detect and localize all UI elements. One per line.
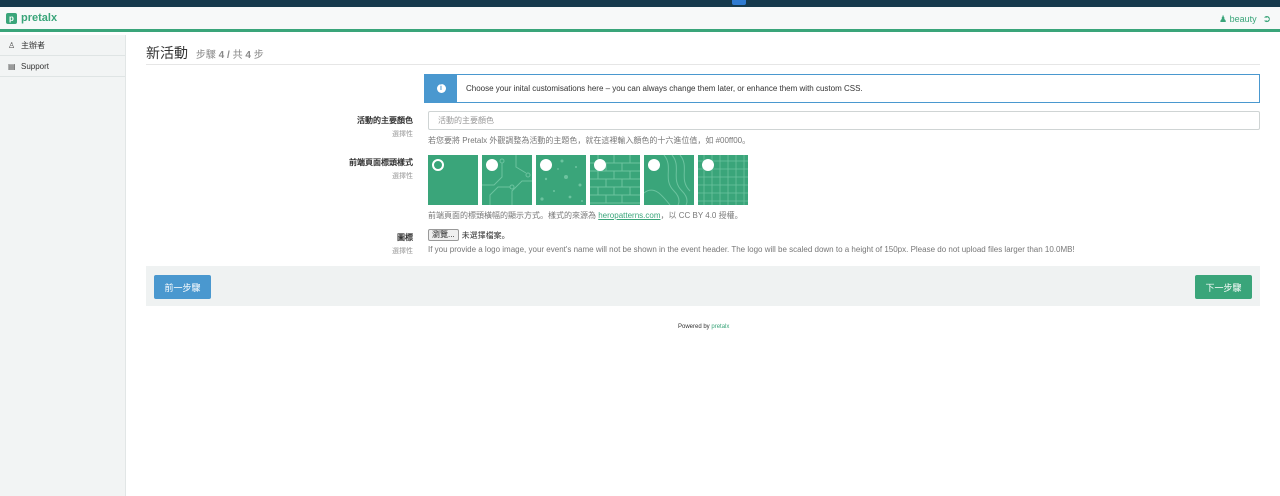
step-indicator: 步驟 4 / 共 4 步 [196,50,264,61]
organizer-icon: ♙ [8,40,16,50]
sidebar: ♙ 主辦者 ▤ Support [0,35,126,496]
brand-link[interactable]: p pretalx [6,12,57,24]
header-pattern-label: 前端頁面標頭樣式 [349,158,413,167]
primary-color-label-group: 活動的主要顏色 選擇性 [146,115,413,139]
powered-by: Powered by pretalx [678,324,729,330]
user-icon: ♟ [1218,14,1228,24]
pattern-radio[interactable] [486,159,498,171]
pattern-radio[interactable] [702,159,714,171]
info-icon: i [425,75,457,102]
sidebar-item-organizers[interactable]: ♙ 主辦者 [0,35,125,56]
page-title-text: 新活動 [146,45,188,61]
step-suffix: 步 [253,50,264,61]
browser-top-strip [0,0,1280,7]
logo-file-input: 瀏覽... 未選擇檔案。 [428,229,510,241]
logo-label: 圖標 [397,233,413,242]
step-total-prefix: 共 [232,50,243,61]
pattern-radio[interactable] [594,159,606,171]
pretalx-logo-icon: p [6,12,17,24]
pattern-radio[interactable] [648,159,660,171]
brand-name: pretalx [21,12,58,24]
optional-label: 選擇性 [392,248,413,255]
step-current: 4 [218,50,225,61]
optional-label: 選擇性 [392,131,413,138]
logout-icon[interactable]: ➲ [1263,14,1271,25]
header-pattern-options [428,155,748,205]
heropatterns-link[interactable]: heropatterns.com [598,211,660,220]
primary-color-input[interactable] [428,111,1260,130]
header-pattern-help: 前端頁面的標頭橫幅的顯示方式。樣式的來源為 heropatterns.com，以… [428,210,743,221]
pattern-option-circuit[interactable] [482,155,532,205]
pattern-option-brick[interactable] [590,155,640,205]
user-menu: ♟ beauty ➲ [1219,14,1271,25]
wizard-actions: 前一步驟 下一步驟 [146,266,1260,306]
page-title: 新活動 步驟 4 / 共 4 步 [146,43,1260,65]
pattern-option-grid[interactable] [698,155,748,205]
step-prefix: 步驟 [195,50,216,61]
alert-text: Choose your inital customisations here –… [466,84,863,93]
info-alert: i Choose your inital customisations here… [424,74,1260,103]
step-sep: / [227,50,230,61]
step-total: 4 [245,50,251,61]
primary-color-help: 若您要將 Pretalx 外觀調整為活動的主題色，就在這裡輸入顏色的十六進位值，… [428,136,751,145]
sidebar-item-label: Support [21,61,50,71]
header-pattern-help-suffix: ，以 CC BY 4.0 授權。 [660,211,743,220]
optional-label: 選擇性 [392,173,413,180]
previous-step-button[interactable]: 前一步驟 [154,275,211,299]
logo-label-group: 圖標 選擇性 [146,232,413,256]
header-pattern-label-group: 前端頁面標頭樣式 選擇性 [146,157,413,181]
pattern-option-topography[interactable] [644,155,694,205]
pattern-option-plain[interactable] [428,155,478,205]
primary-color-label: 活動的主要顏色 [357,116,413,125]
browse-button[interactable]: 瀏覽... [428,229,459,241]
pattern-radio[interactable] [432,159,444,171]
sidebar-item-support[interactable]: ▤ Support [0,56,125,77]
powered-by-text: Powered by [678,324,710,330]
support-icon: ▤ [8,61,16,71]
top-strip-marker [732,0,746,5]
user-name: beauty [1229,14,1257,24]
sidebar-item-label: 主辦者 [21,40,45,50]
next-step-button[interactable]: 下一步驟 [1195,275,1252,299]
pretalx-link[interactable]: pretalx [711,324,729,330]
pattern-radio[interactable] [540,159,552,171]
header-pattern-help-text: 前端頁面的標頭橫幅的顯示方式。樣式的來源為 [428,211,596,220]
file-status: 未選擇檔案。 [461,230,510,240]
user-link[interactable]: ♟ beauty [1219,14,1257,25]
top-navbar: p pretalx ♟ beauty ➲ [0,7,1280,32]
logo-help: If you provide a logo image, your event'… [428,245,1075,254]
pattern-option-dots[interactable] [536,155,586,205]
